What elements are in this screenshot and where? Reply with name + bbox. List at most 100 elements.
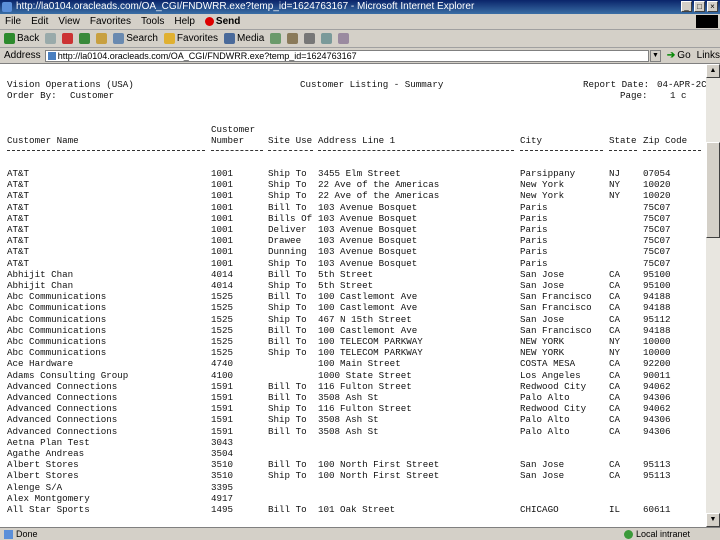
cell-zip: 95100 — [643, 280, 671, 291]
cell-site-use: Bill To — [268, 291, 307, 303]
menu-edit[interactable]: Edit — [26, 16, 53, 27]
cell-city: NEW YORK — [520, 336, 565, 347]
history-icon — [270, 33, 282, 44]
address-dropdown-button[interactable]: ▼ — [649, 49, 661, 62]
report-date: 04-APR-2C — [657, 79, 706, 90]
scroll-up-button[interactable]: ▲ — [706, 64, 720, 78]
favorites-button[interactable]: Favorites — [163, 33, 218, 44]
cell-address: 100 Main Street — [318, 358, 401, 370]
cell-site-use: Bill To — [268, 268, 307, 280]
back-button[interactable]: Back — [4, 33, 39, 44]
cell-customer-number: 1525 — [211, 347, 234, 359]
cell-customer-name: Abc Communications — [7, 302, 107, 314]
table-row: AT&T 1001 Bills Of 103 Avenue Bosquet Paris 7… — [0, 213, 706, 224]
cell-customer-number: 1591 — [211, 414, 234, 426]
col-customer-name: Customer Name — [7, 135, 79, 146]
cell-city: Palo Alto — [520, 425, 570, 437]
cell-zip: 10020 — [643, 179, 671, 191]
zone-indicator: Local intranet — [623, 528, 690, 540]
cell-customer-number: 4917 — [211, 492, 234, 504]
forward-button[interactable] — [45, 33, 57, 44]
stop-icon — [62, 33, 74, 44]
cell-city: Palo Alto — [520, 414, 570, 426]
cell-state: CA — [609, 358, 621, 370]
cell-zip: 75C07 — [643, 246, 671, 258]
cell-customer-name: Alenge S/A — [7, 481, 63, 493]
vertical-scrollbar[interactable]: ▲ ▼ — [706, 64, 720, 527]
col-address-line: Address Line 1 — [318, 135, 396, 146]
search-label: Search — [126, 33, 158, 44]
report-viewport: Vision Operations (USA) Customer Listing… — [0, 64, 706, 527]
table-row: Agathe Andreas 3504 — [0, 448, 706, 459]
scroll-down-button[interactable]: ▼ — [706, 513, 720, 527]
menu-favorites[interactable]: Favorites — [85, 16, 136, 27]
cell-site-use: Drawee — [268, 235, 302, 247]
cell-customer-name: Advanced Connections — [7, 392, 118, 403]
table-row: AT&T 1001 Ship To 3455 Elm Street Parsippany… — [0, 168, 706, 179]
minimize-button[interactable]: _ — [681, 1, 692, 12]
menu-help[interactable]: Help — [169, 16, 200, 27]
cell-customer-name: Abhijit Chan — [7, 280, 74, 291]
menu-view[interactable]: View — [53, 16, 85, 27]
ie-icon — [2, 2, 12, 12]
search-button[interactable]: Search — [113, 33, 158, 44]
scroll-thumb[interactable] — [706, 142, 720, 238]
cell-customer-number: 1525 — [211, 336, 234, 347]
media-button[interactable]: Media — [224, 33, 264, 44]
address-input[interactable]: http://la0104.oracleads.com/OA_CGI/FNDWR… — [44, 49, 649, 62]
favorites-icon — [163, 33, 175, 44]
cell-site-use: Bill To — [268, 380, 307, 392]
cell-customer-number: 1591 — [211, 392, 234, 403]
window-title: http://la0104.oracleads.com/OA_CGI/FNDWR… — [16, 1, 475, 12]
page-label: Page: — [620, 90, 648, 101]
print-button[interactable] — [304, 33, 316, 44]
cell-zip: 94306 — [643, 414, 671, 426]
links-button[interactable]: Links — [697, 50, 720, 61]
cell-city: CHICAGO — [520, 504, 559, 515]
maximize-button[interactable]: □ — [694, 1, 705, 12]
mail-button[interactable] — [287, 33, 299, 44]
edit-button[interactable] — [321, 33, 333, 44]
table-row: Abc Communications 1525 Bill To 100 Castlem… — [0, 291, 706, 302]
cell-site-use: Deliver — [268, 224, 307, 235]
cell-city: Paris — [520, 235, 548, 247]
refresh-button[interactable] — [79, 33, 91, 44]
table-row: AT&T 1001 Deliver 103 Avenue Bosquet Paris 75… — [0, 224, 706, 235]
cell-site-use: Ship To — [268, 257, 307, 269]
cell-city: NEW YORK — [520, 347, 565, 359]
cell-customer-number: 1001 — [211, 168, 234, 179]
cell-customer-name: Adams Consulting Group — [7, 369, 129, 381]
go-button[interactable]: ➔ Go — [667, 50, 691, 61]
cell-zip: 07054 — [643, 168, 671, 179]
table-row: Albert Stores 3510 Ship To 100 North First … — [0, 470, 706, 481]
cell-state: CA — [609, 403, 621, 415]
menu-tools[interactable]: Tools — [136, 16, 169, 27]
menu-file[interactable]: File — [0, 16, 26, 27]
cell-address: 100 Castlemont Ave — [318, 302, 418, 314]
close-button[interactable]: × — [707, 1, 718, 12]
cell-zip: 95113 — [643, 470, 671, 482]
cell-customer-number: 1001 — [211, 190, 234, 202]
forward-arrow-icon — [45, 33, 57, 44]
discuss-button[interactable] — [338, 33, 350, 44]
table-row: AT&T 1001 Ship To 103 Avenue Bosquet Paris 75… — [0, 258, 706, 269]
table-row: Albert Stores 3510 Bill To 100 North First … — [0, 459, 706, 470]
cell-address: 3455 Elm Street — [318, 168, 401, 179]
home-button[interactable] — [96, 33, 108, 44]
send-icon — [204, 17, 214, 26]
cell-customer-name: Advanced Connections — [7, 403, 118, 415]
cell-customer-number: 1001 — [211, 201, 234, 213]
cell-customer-number: 1525 — [211, 302, 234, 314]
cell-site-use: Ship To — [268, 179, 307, 191]
cell-customer-name: Abc Communications — [7, 291, 107, 303]
order-by-label: Order By: — [7, 90, 57, 101]
company-name: Vision Operations (USA) — [7, 79, 134, 90]
table-row: Advanced Connections 1591 Ship To 3508 Ash … — [0, 414, 706, 425]
cell-zip: 75C07 — [643, 224, 671, 235]
cell-zip: 10000 — [643, 347, 671, 359]
stop-button[interactable] — [62, 33, 74, 44]
cell-customer-number: 3510 — [211, 459, 234, 471]
cell-site-use: Bill To — [268, 504, 307, 515]
history-button[interactable] — [270, 33, 282, 44]
send-button[interactable]: Send — [200, 16, 245, 27]
